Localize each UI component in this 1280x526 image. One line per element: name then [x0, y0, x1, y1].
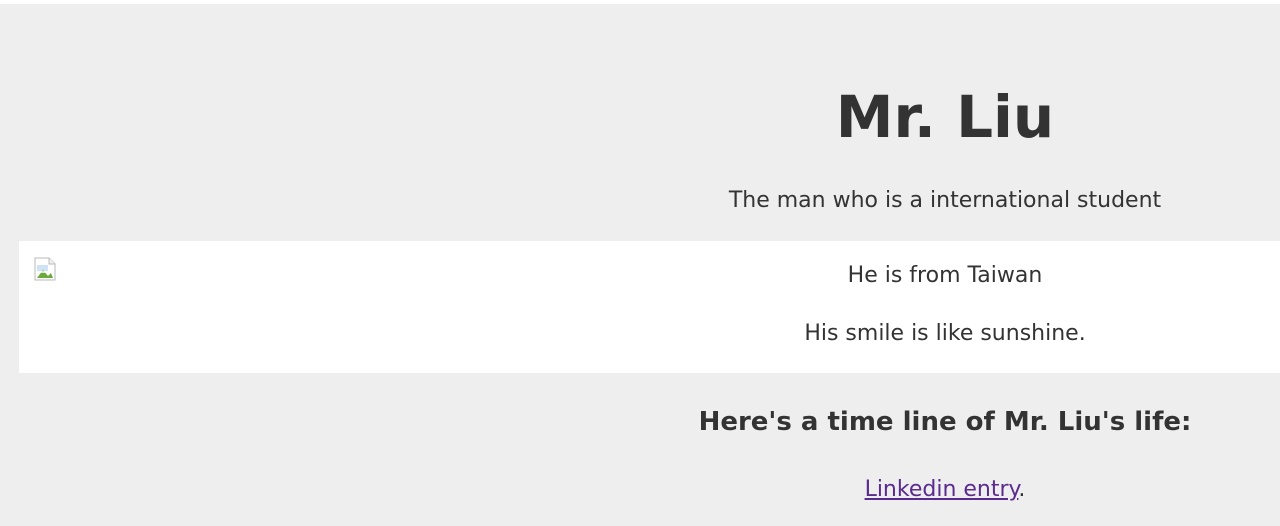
origin-text: He is from Taiwan [847, 263, 1043, 288]
link-period: . [1018, 477, 1026, 502]
timeline-heading: Here's a time line of Mr. Liu's life: [698, 407, 1192, 437]
profile-panel: He is from Taiwan His smile is like suns… [19, 241, 1280, 373]
page-subtitle: The man who is a international student [728, 188, 1162, 213]
page-title: Mr. Liu [835, 83, 1055, 151]
smile-text: His smile is like sunshine. [804, 321, 1086, 346]
page-background: Mr. Liu The man who is a international s… [0, 4, 1280, 526]
linkedin-link[interactable]: Linkedin entry [865, 477, 1019, 502]
broken-image-icon [34, 257, 58, 281]
linkedin-line: Linkedin entry. [610, 476, 1280, 504]
